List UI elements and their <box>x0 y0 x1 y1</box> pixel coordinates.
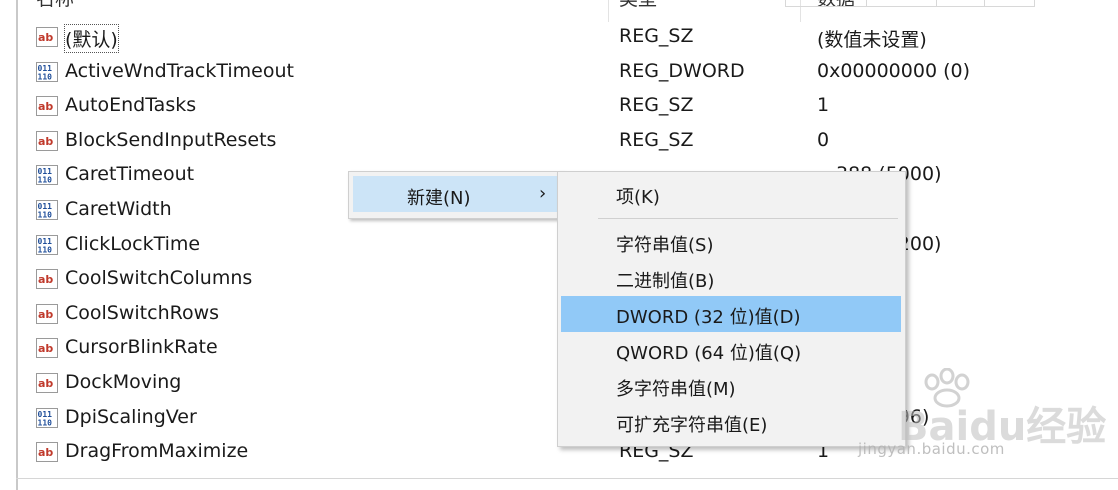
string-value-icon: ab <box>36 269 58 290</box>
svg-text:ab: ab <box>38 342 53 355</box>
submenu-item-label: 字符串值(S) <box>616 235 714 256</box>
binary-value-icon: 011 110 <box>36 165 58 186</box>
svg-text:110: 110 <box>38 211 53 220</box>
value-data: 0x00000000 (0) <box>817 59 970 82</box>
svg-text:ab: ab <box>38 135 53 148</box>
submenu-item-label: 可扩充字符串值(E) <box>616 415 768 436</box>
svg-text:110: 110 <box>38 245 53 254</box>
value-name: (默认) <box>64 24 119 53</box>
submenu-item-dword-value[interactable]: DWORD (32 位)值(D) <box>561 296 901 332</box>
chevron-right-icon: › <box>539 183 547 204</box>
value-name: CaretWidth <box>65 198 172 220</box>
value-name: CaretTimeout <box>65 163 195 186</box>
string-value-icon: ab <box>36 303 58 324</box>
value-type: REG_DWORD <box>619 59 745 82</box>
registry-value-row[interactable]: 011 110 ActiveWndTrackTimeout REG_DWORD 0x00… <box>18 56 1018 90</box>
registry-value-row[interactable]: ab BlockSendInputResets REG_SZ 0 <box>18 125 1018 159</box>
submenu-item-key[interactable]: 项(K) <box>561 176 901 212</box>
svg-text:110: 110 <box>38 418 53 427</box>
string-value-icon: ab <box>36 373 58 393</box>
string-value-icon: ab <box>36 27 58 47</box>
submenu-item-label: 项(K) <box>616 187 660 208</box>
value-name: BlockSendInputResets <box>65 128 277 151</box>
column-header-name[interactable]: 名称 <box>36 0 74 11</box>
submenu-item-string-value[interactable]: 字符串值(S) <box>561 224 901 260</box>
submenu-item-label: DWORD (32 位)值(D) <box>616 307 801 328</box>
value-type: REG_SZ <box>619 94 694 117</box>
string-value-icon: ab <box>36 442 58 463</box>
svg-text:ab: ab <box>38 273 53 286</box>
submenu-item-label: QWORD (64 位)值(Q) <box>616 343 802 364</box>
value-type: REG_SZ <box>619 128 694 151</box>
string-value-icon: ab <box>36 96 58 117</box>
menu-item-new[interactable]: 新建(N) › <box>353 176 559 212</box>
value-name: CoolSwitchRows <box>65 301 220 324</box>
binary-value-icon: 011 110 <box>36 234 58 255</box>
svg-text:ab: ab <box>38 308 53 321</box>
svg-text:ab: ab <box>38 377 53 390</box>
registry-value-row[interactable]: ab (默认) REG_SZ (数值未设置) <box>18 21 1018 55</box>
value-type: REG_SZ <box>619 25 694 47</box>
value-name: ClickLockTime <box>65 232 201 255</box>
binary-value-icon: 011 110 <box>36 61 58 82</box>
menu-item-new-label: 新建(N) <box>407 188 471 209</box>
submenu-item-label: 多字符串值(M) <box>616 379 736 400</box>
value-name: DockMoving <box>65 371 182 393</box>
binary-value-icon: 011 110 <box>36 200 58 220</box>
menu-separator <box>598 218 898 219</box>
binary-value-icon: 011 110 <box>36 407 58 428</box>
value-name: CoolSwitchColumns <box>65 267 253 290</box>
value-name: DpiScalingVer <box>65 405 197 428</box>
svg-text:ab: ab <box>38 31 53 44</box>
submenu-item-expandable-string-value[interactable]: 可扩充字符串值(E) <box>561 404 901 440</box>
submenu-item-binary-value[interactable]: 二进制值(B) <box>561 260 901 296</box>
value-data: (数值未设置) <box>817 29 927 51</box>
svg-text:ab: ab <box>38 100 53 113</box>
svg-text:ab: ab <box>38 446 53 459</box>
value-name: CursorBlinkRate <box>65 336 218 359</box>
value-name: DragFromMaximize <box>65 440 249 463</box>
submenu-item-qword-value[interactable]: QWORD (64 位)值(Q) <box>561 332 901 368</box>
value-name: AutoEndTasks <box>65 94 197 117</box>
svg-text:110: 110 <box>38 72 53 81</box>
context-menu: 新建(N) › <box>348 171 564 219</box>
value-name: ActiveWndTrackTimeout <box>65 59 294 82</box>
value-data: 0 <box>817 128 830 151</box>
string-value-icon: ab <box>36 338 58 359</box>
submenu-item-multi-string-value[interactable]: 多字符串值(M) <box>561 368 901 404</box>
submenu-item-label: 二进制值(B) <box>616 271 715 292</box>
column-header-type[interactable]: 类型 <box>619 0 657 11</box>
new-submenu: 项(K) 字符串值(S) 二进制值(B) DWORD (32 位)值(D) QW… <box>557 171 906 447</box>
string-value-icon: ab <box>36 130 58 151</box>
column-divider[interactable] <box>608 0 609 22</box>
registry-value-row[interactable]: ab AutoEndTasks REG_SZ 1 <box>18 90 1018 124</box>
value-data: 1 <box>817 94 830 117</box>
svg-text:110: 110 <box>38 176 53 185</box>
header-fragment <box>785 0 1035 7</box>
list-bottom-border <box>16 478 1118 479</box>
